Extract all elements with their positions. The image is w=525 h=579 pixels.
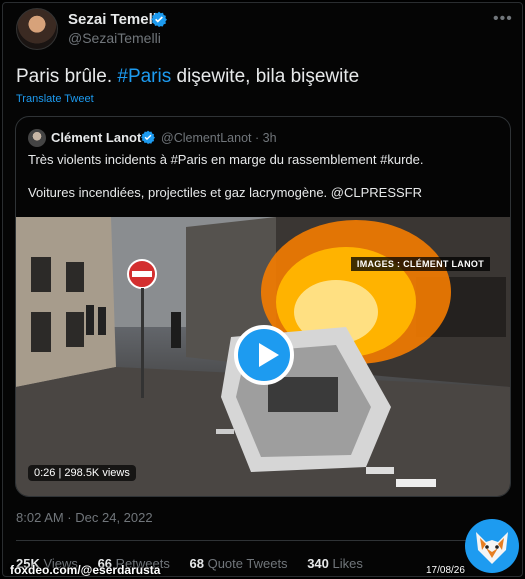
quote-author-name: Clément Lanot [51,130,142,145]
more-options-icon[interactable]: ••• [493,10,513,28]
tweet-text-part2: dişewite, bila bişewite [171,66,360,87]
watermark-date: 17/08/26 [426,565,465,576]
video-stats: 0:26 | 298.5K views [28,465,136,481]
author-avatar[interactable] [16,8,58,50]
video-duration: 0:26 [34,467,56,479]
tweet-text: Paris brûle. #Paris dişewite, bila bişew… [16,66,359,88]
quote-text-line2: Voitures incendiées, projectiles et gaz … [28,185,422,200]
quote-text-line1: Très violents incidents à #Paris en marg… [28,152,424,167]
verified-badge-icon [151,11,167,27]
watermark-text: foxdeo.com/@eserdarusta [10,563,161,577]
video-media[interactable]: IMAGES : CLÉMENT LANOT 0:26 | 298.5K vie… [16,217,510,496]
fox-logo-icon [465,519,519,573]
author-handle[interactable]: @SezaiTemelli [68,30,161,46]
media-credit: IMAGES : CLÉMENT LANOT [350,257,490,271]
verified-badge-icon [141,130,155,144]
quoted-tweet-card[interactable]: Clément Lanot @ClementLanot · 3h Très vi… [15,116,511,497]
video-views: 298.5K views [64,467,130,479]
hashtag-link[interactable]: #Paris [117,66,171,87]
divider [16,540,510,541]
quote-author-avatar [28,129,46,147]
tweet-timestamp[interactable]: 8:02 AM · Dec 24, 2022 [16,510,153,525]
play-icon[interactable] [234,325,294,385]
quote-author-meta: @ClementLanot · 3h [161,131,277,145]
quotes-stat[interactable]: 68 Quote Tweets [189,556,287,571]
tweet-text-part1: Paris brûle. [16,66,118,87]
likes-stat[interactable]: 340 Likes [307,556,363,571]
author-name[interactable]: Sezai Temelli [68,11,161,28]
translate-tweet-link[interactable]: Translate Tweet [16,93,94,105]
